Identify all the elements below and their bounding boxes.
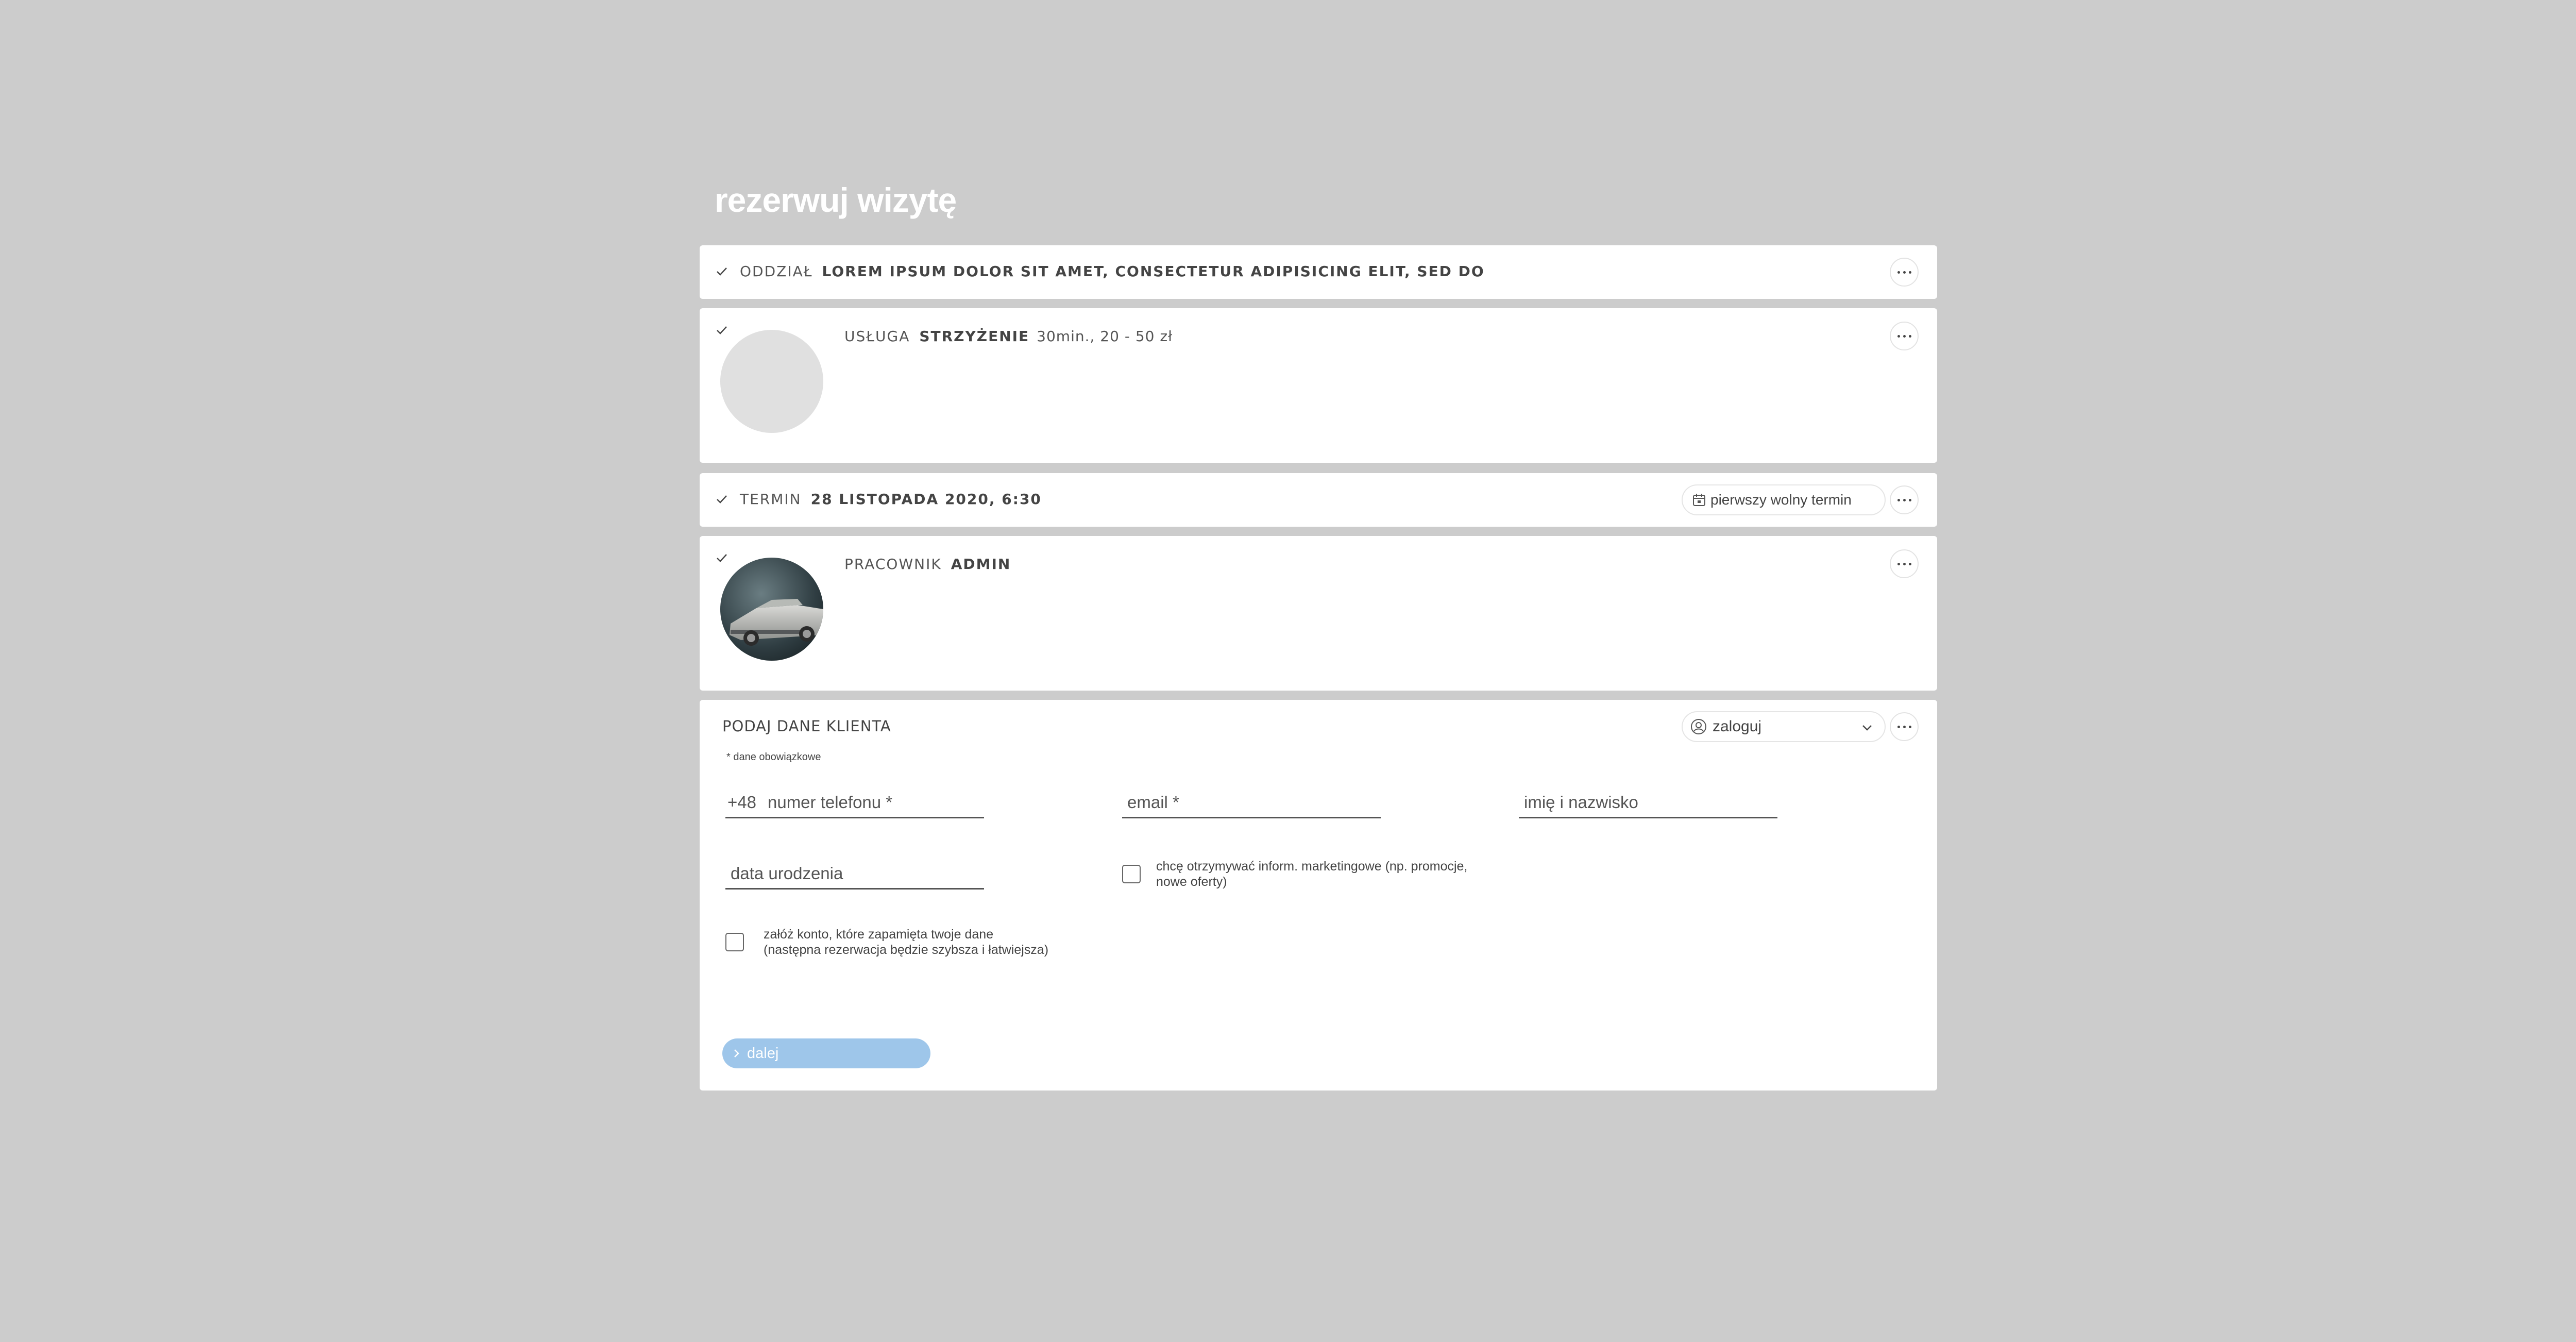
service-value: STRZYŻENIE <box>919 328 1030 345</box>
email-placeholder: email * <box>1127 792 1179 812</box>
required-fields-note: * dane obowiązkowe <box>726 751 821 763</box>
phone-prefix: +48 <box>727 792 756 812</box>
marketing-consent-line2: nowe oferty) <box>1156 875 1227 889</box>
check-icon <box>717 267 727 276</box>
branch-label: ODDZIAŁ <box>740 263 813 280</box>
check-icon <box>717 495 727 504</box>
date-label: TERMIN <box>740 491 802 508</box>
marketing-checkbox[interactable] <box>1122 865 1141 883</box>
client-more-button[interactable] <box>1890 712 1919 741</box>
date-more-button[interactable] <box>1890 485 1919 514</box>
phone-placeholder: numer telefonu * <box>767 792 893 812</box>
client-data-card: PODAJ DANE KLIENTA zaloguj * dane obowią… <box>700 700 1937 1091</box>
service-more-button[interactable] <box>1890 322 1919 350</box>
branch-value: LOREM IPSUM DOLOR SIT AMET, CONSECTETUR … <box>822 263 1485 280</box>
service-card[interactable]: USŁUGA STRZYŻENIE 30min., 20 - 50 zł <box>700 308 1937 463</box>
service-details: 30min., 20 - 50 zł <box>1037 328 1173 345</box>
employee-value: ADMIN <box>951 556 1011 573</box>
phone-field[interactable]: +48 numer telefonu * <box>725 787 984 818</box>
login-select-value: zaloguj <box>1713 718 1762 735</box>
calendar-icon <box>1693 494 1705 506</box>
branch-card[interactable]: ODDZIAŁ LOREM IPSUM DOLOR SIT AMET, CONS… <box>700 245 1937 299</box>
first-free-slot-button[interactable]: pierwszy wolny termin <box>1682 484 1886 515</box>
user-circle-icon <box>1691 719 1706 734</box>
date-value: 28 LISTOPADA 2020, 6:30 <box>810 491 1042 508</box>
employee-card[interactable]: PRACOWNIK ADMIN <box>700 536 1937 691</box>
birthdate-placeholder: data urodzenia <box>731 863 843 883</box>
first-free-slot-label: pierwszy wolny termin <box>1710 492 1852 508</box>
employee-label: PRACOWNIK <box>844 556 942 573</box>
chevron-right-icon <box>734 1049 739 1058</box>
create-account-text: załóż konto, które zapamięta twoje dane … <box>764 927 1048 958</box>
more-icon <box>1897 334 1900 338</box>
employee-more-button[interactable] <box>1890 549 1919 578</box>
email-field[interactable]: email * <box>1122 787 1381 818</box>
full-name-placeholder: imię i nazwisko <box>1524 792 1638 812</box>
marketing-consent-line1: chcę otrzymywać inform. marketingowe (np… <box>1156 859 1468 874</box>
chevron-down-icon <box>1862 725 1872 731</box>
branch-row: ODDZIAŁ LOREM IPSUM DOLOR SIT AMET, CONS… <box>740 263 1485 280</box>
date-card[interactable]: TERMIN 28 LISTOPADA 2020, 6:30 pierwszy … <box>700 473 1937 527</box>
check-icon <box>717 554 727 562</box>
birthdate-field[interactable]: data urodzenia <box>725 859 984 890</box>
create-account-line2: (następna rezerwacja będzie szybsza i ła… <box>764 943 1049 957</box>
more-icon <box>1897 562 1900 565</box>
employee-avatar <box>720 558 823 661</box>
service-row: USŁUGA STRZYŻENIE 30min., 20 - 50 zł <box>844 328 1173 345</box>
date-row: TERMIN 28 LISTOPADA 2020, 6:30 <box>740 491 1042 508</box>
more-icon <box>1897 498 1900 501</box>
service-label: USŁUGA <box>844 328 910 345</box>
login-select[interactable]: zaloguj <box>1682 711 1886 742</box>
next-button[interactable]: dalej <box>722 1038 930 1068</box>
more-icon <box>1897 271 1900 274</box>
client-data-title: PODAJ DANE KLIENTA <box>722 717 891 735</box>
branch-more-button[interactable] <box>1890 258 1919 287</box>
service-image-placeholder <box>720 330 823 433</box>
create-account-checkbox[interactable] <box>725 933 744 951</box>
employee-row: PRACOWNIK ADMIN <box>844 556 1011 573</box>
next-button-label: dalej <box>747 1045 779 1062</box>
page-title: rezerwuj wizytę <box>715 181 957 219</box>
marketing-consent-text: chcę otrzymywać inform. marketingowe (np… <box>1156 859 1467 890</box>
create-account-line1: załóż konto, które zapamięta twoje dane <box>764 927 994 942</box>
full-name-field[interactable]: imię i nazwisko <box>1519 787 1777 818</box>
employee-avatar-image <box>720 558 823 661</box>
check-icon <box>717 326 727 334</box>
more-icon <box>1897 725 1900 728</box>
